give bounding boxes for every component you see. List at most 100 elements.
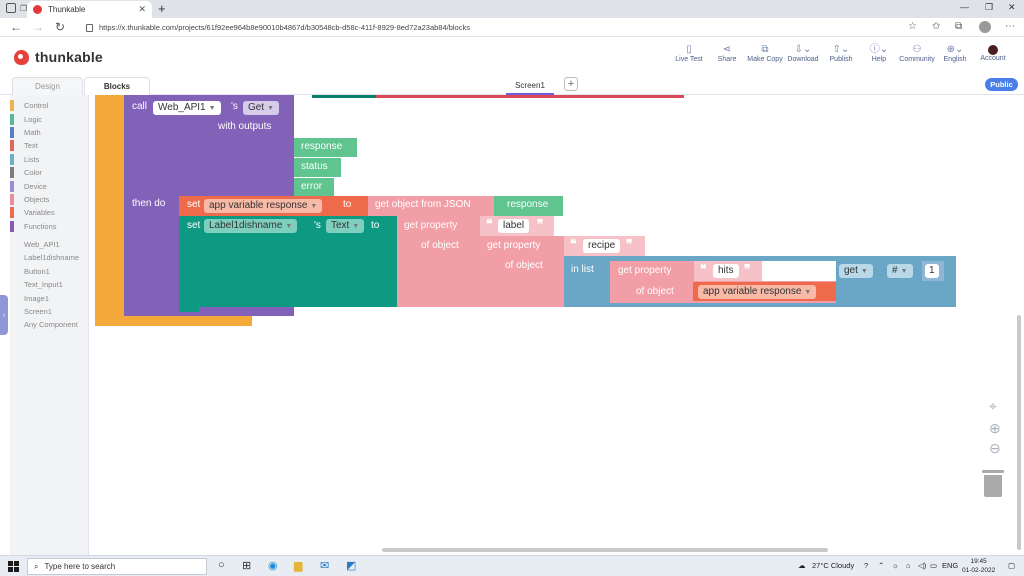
help-button[interactable]: ⓘ⌄ Help (860, 43, 898, 63)
label-string-value[interactable]: label (498, 219, 530, 233)
window-close-icon[interactable]: ✕ (1008, 2, 1016, 13)
taskbar-clock[interactable]: 19:45 01-02-2022 (962, 557, 995, 575)
get-property-label-3: get property (618, 265, 672, 276)
collapse-toolbox-button[interactable]: › (0, 295, 8, 335)
public-badge[interactable]: Public (985, 78, 1018, 91)
lock-icon (86, 23, 93, 32)
refresh-icon[interactable]: ↻ (55, 20, 65, 34)
index-type-dropdown[interactable]: # ▼ (887, 264, 913, 278)
tool-label: Make Copy (747, 56, 783, 63)
toolbox-component[interactable]: Image1 (10, 291, 88, 304)
new-tab-icon[interactable]: + (158, 1, 166, 16)
app-icon[interactable]: ◩ (346, 559, 356, 572)
toolbox-category-logic[interactable]: Logic (10, 112, 88, 125)
tab-blocks[interactable]: Blocks (84, 77, 150, 95)
mail-icon[interactable]: ✉ (320, 559, 329, 572)
community-button[interactable]: ⚇ Community (898, 43, 936, 63)
toolbox-component[interactable]: Any Component (10, 318, 88, 331)
browser-profile-avatar[interactable] (979, 21, 991, 33)
toolbox-component[interactable]: Button1 (10, 265, 88, 278)
minimize-icon[interactable]: — (960, 2, 969, 12)
taskbar-search[interactable]: ⌕ Type here to search (27, 558, 207, 575)
recenter-icon[interactable]: ⌖ (989, 398, 997, 415)
control-block-body[interactable] (95, 95, 125, 326)
file-explorer-icon[interactable]: ▆ (294, 559, 302, 572)
thunkable-logo[interactable]: thunkable (14, 49, 103, 65)
get-op-dropdown[interactable]: get ▼ (839, 264, 873, 278)
language-indicator[interactable]: ENG (942, 561, 958, 570)
network-icon[interactable]: ⌂ (906, 561, 911, 570)
url-field[interactable]: https://x.thunkable.com/projects/61f92ee… (80, 20, 900, 35)
tab-design[interactable]: Design (12, 77, 83, 95)
share-button[interactable]: ⋖ Share (708, 43, 746, 63)
method-dropdown[interactable]: Get ▼ (243, 101, 280, 115)
window-menu-icon[interactable] (6, 3, 16, 13)
weather-icon[interactable]: ☁ (798, 561, 806, 570)
toolbox-category-device[interactable]: Device (10, 179, 88, 192)
dropdown-arrow-icon: ▼ (267, 105, 275, 112)
category-label: Device (24, 181, 47, 191)
category-swatch (10, 207, 14, 219)
browser-tab[interactable]: Thunkable ✕ (27, 1, 152, 18)
sync-icon[interactable]: ☼ (892, 561, 899, 570)
vertical-scrollbar[interactable] (1017, 315, 1021, 550)
download-button[interactable]: ⇩⌄ Download (784, 43, 822, 63)
forward-icon[interactable]: → (32, 20, 44, 34)
toolbox-category-lists[interactable]: Lists (10, 153, 88, 166)
app-header: thunkable ▯ Live Test ⋖ Share ⧉ Make Copy ⇩… (0, 37, 1024, 73)
toolbox-category-objects[interactable]: Objects (10, 193, 88, 206)
tray-expand-icon[interactable]: ⌃ (878, 561, 884, 570)
app-variable-dropdown[interactable]: app variable response ▼ (204, 199, 323, 213)
property-dropdown[interactable]: Text ▼ (326, 219, 365, 233)
favorites-bar-icon[interactable]: ✩ (932, 21, 940, 32)
browser-titlebar: ❐ Thunkable ✕ + — ❐ ✕ (0, 0, 1024, 18)
hits-string-value[interactable]: hits (713, 264, 739, 278)
favorite-icon[interactable]: ☆ (908, 21, 917, 32)
toolbox-category-color[interactable]: Color (10, 166, 88, 179)
response-arg-label: response (507, 199, 549, 210)
copy-icon: ⧉ (761, 44, 769, 55)
add-screen-button[interactable]: + (564, 77, 578, 91)
close-tab-icon[interactable]: ✕ (138, 4, 146, 15)
toolbox-category-text[interactable]: Text (10, 139, 88, 152)
app-variable-getter-dropdown[interactable]: app variable response ▼ (698, 285, 817, 299)
make-copy-button[interactable]: ⧉ Make Copy (746, 43, 784, 63)
zoom-out-icon[interactable]: ⊖ (989, 440, 1001, 457)
weather-text[interactable]: 27°C Cloudy (812, 561, 854, 570)
tab-screen1[interactable]: Screen1 (506, 77, 554, 95)
blocks-workspace[interactable]: call Web_API1 ▼ 's Get ▼ with outputs resp… (90, 95, 1024, 555)
header-tools: ▯ Live Test ⋖ Share ⧉ Make Copy ⇩⌄ Download … (670, 43, 1012, 63)
task-view-icon[interactable]: ○ (218, 559, 225, 571)
edge-icon[interactable]: ◉ (268, 559, 278, 572)
collections-icon[interactable]: ⧉ (955, 21, 962, 32)
back-icon[interactable]: ← (10, 20, 22, 34)
battery-icon[interactable]: ▭ (930, 561, 937, 570)
toolbox-category-control[interactable]: Control (10, 99, 88, 112)
s-label: 's (231, 101, 238, 112)
maximize-icon[interactable]: ❐ (985, 2, 993, 13)
windows-start-icon[interactable] (8, 561, 19, 572)
publish-button[interactable]: ⇧⌄ Publish (822, 43, 860, 63)
widgets-icon[interactable]: ⊞ (242, 559, 251, 572)
web-api-dropdown[interactable]: Web_API1 ▼ (153, 101, 221, 115)
horizontal-scrollbar[interactable] (382, 548, 828, 552)
toolbox-component[interactable]: Text_Input1 (10, 278, 88, 291)
trash-icon[interactable] (982, 470, 1004, 498)
zoom-in-icon[interactable]: ⊕ (989, 420, 1001, 437)
toolbox-category-math[interactable]: Math (10, 126, 88, 139)
more-icon[interactable]: ⋯ (1005, 21, 1015, 32)
speaker-icon[interactable]: ◁) (918, 561, 926, 570)
index-value[interactable]: 1 (925, 264, 939, 278)
language-button[interactable]: ⊕⌄ English (936, 43, 974, 63)
recipe-string-value[interactable]: recipe (583, 239, 621, 253)
help-tray-icon[interactable]: ? (864, 561, 868, 570)
toolbox-component[interactable]: Web_API1 (10, 238, 88, 251)
toolbox-component[interactable]: Label1dishname (10, 251, 88, 264)
account-button[interactable]: Account (974, 43, 1012, 63)
toolbox-category-variables[interactable]: Variables (10, 206, 88, 219)
toolbox-component[interactable]: Screen1 (10, 305, 88, 318)
live-test-button[interactable]: ▯ Live Test (670, 43, 708, 63)
toolbox-category-functions[interactable]: Functions (10, 220, 88, 233)
notifications-icon[interactable]: ▢ (1008, 561, 1015, 570)
label-component-dropdown[interactable]: Label1dishname ▼ (204, 219, 298, 233)
